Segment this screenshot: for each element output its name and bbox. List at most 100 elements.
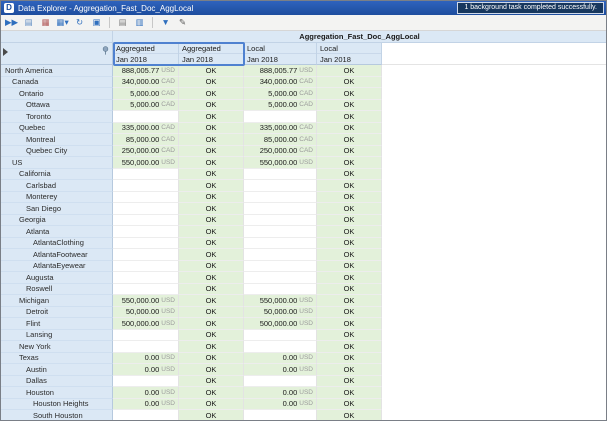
row-label[interactable]: Montreal — [1, 134, 113, 146]
data-cell[interactable]: OK — [179, 306, 244, 318]
data-cell[interactable]: OK — [179, 88, 244, 100]
filter-button[interactable]: ▼ — [158, 16, 173, 29]
data-cell[interactable] — [244, 237, 317, 249]
data-cell[interactable] — [244, 214, 317, 226]
data-cell[interactable]: OK — [317, 272, 382, 284]
row-label[interactable]: Ottawa — [1, 99, 113, 111]
data-cell[interactable]: OK — [317, 398, 382, 410]
data-cell[interactable]: OK — [317, 191, 382, 203]
data-cell[interactable] — [244, 168, 317, 180]
data-cell[interactable]: 550,000.00 USD — [244, 157, 317, 169]
data-cell[interactable]: OK — [179, 249, 244, 261]
data-cell[interactable]: OK — [179, 203, 244, 215]
data-cell[interactable]: 0.00 USD — [244, 352, 317, 364]
data-cell[interactable]: 0.00 USD — [113, 364, 179, 376]
data-cell[interactable]: 500,000.00 USD — [113, 318, 179, 330]
column-header-2[interactable]: Aggregated Jan 2018 — [179, 43, 244, 65]
data-cell[interactable]: 550,000.00 USD — [113, 295, 179, 307]
row-label[interactable]: San Diego — [1, 203, 113, 215]
data-cell[interactable]: 0.00 USD — [113, 352, 179, 364]
data-cell[interactable]: OK — [317, 318, 382, 330]
data-cell[interactable]: OK — [179, 226, 244, 238]
data-cell[interactable] — [244, 329, 317, 341]
data-cell[interactable]: OK — [317, 76, 382, 88]
data-cell[interactable]: OK — [179, 237, 244, 249]
data-cell[interactable]: 500,000.00 USD — [244, 318, 317, 330]
data-cell[interactable]: OK — [179, 318, 244, 330]
row-header-head-cell[interactable] — [1, 43, 113, 65]
data-cell[interactable] — [113, 191, 179, 203]
data-cell[interactable] — [113, 283, 179, 295]
data-cell[interactable] — [113, 180, 179, 192]
delete-button[interactable]: ▦ — [38, 16, 53, 29]
data-cell[interactable]: 0.00 USD — [244, 387, 317, 399]
column-header-1[interactable]: Aggregated Jan 2018 — [113, 43, 179, 65]
pin-icon[interactable] — [102, 46, 109, 55]
data-cell[interactable]: OK — [179, 76, 244, 88]
data-cell[interactable]: 250,000.00 CAD — [244, 145, 317, 157]
data-cell[interactable]: OK — [317, 249, 382, 261]
data-cell[interactable]: OK — [179, 387, 244, 399]
column-header-3[interactable]: Local Jan 2018 — [244, 43, 317, 65]
data-cell[interactable] — [244, 203, 317, 215]
row-label[interactable]: Canada — [1, 76, 113, 88]
row-label[interactable]: US — [1, 157, 113, 169]
grid-corner-cell[interactable] — [1, 31, 113, 43]
row-label[interactable]: Houston Heights — [1, 398, 113, 410]
row-label[interactable]: Ontario — [1, 88, 113, 100]
data-cell[interactable] — [244, 260, 317, 272]
data-cell[interactable]: OK — [317, 364, 382, 376]
data-cell[interactable]: OK — [179, 410, 244, 420]
data-cell[interactable]: OK — [179, 283, 244, 295]
row-label[interactable]: Atlanta — [1, 226, 113, 238]
data-cell[interactable]: OK — [179, 260, 244, 272]
data-cell[interactable] — [113, 111, 179, 123]
data-cell[interactable]: OK — [179, 272, 244, 284]
data-cell[interactable] — [244, 341, 317, 353]
row-label[interactable]: Texas — [1, 352, 113, 364]
data-cell[interactable] — [113, 375, 179, 387]
data-cell[interactable] — [244, 375, 317, 387]
data-cell[interactable]: 5,000.00 CAD — [244, 99, 317, 111]
edit-button[interactable]: ✎ — [175, 16, 190, 29]
data-cell[interactable]: OK — [179, 157, 244, 169]
data-cell[interactable]: 85,000.00 CAD — [113, 134, 179, 146]
data-cell[interactable]: OK — [179, 122, 244, 134]
data-cell[interactable]: OK — [317, 65, 382, 77]
data-cell[interactable]: 888,005.77 USD — [113, 65, 179, 77]
row-label[interactable]: Carlsbad — [1, 180, 113, 192]
row-label[interactable]: Augusta — [1, 272, 113, 284]
data-cell[interactable]: OK — [317, 88, 382, 100]
view-selector-button[interactable]: ▦▾ — [55, 16, 70, 29]
row-label[interactable]: Detroit — [1, 306, 113, 318]
data-cell[interactable]: 550,000.00 USD — [244, 295, 317, 307]
data-cell[interactable]: OK — [317, 295, 382, 307]
row-label[interactable]: Lansing — [1, 329, 113, 341]
data-cell[interactable] — [113, 260, 179, 272]
data-cell[interactable]: OK — [317, 329, 382, 341]
data-cell[interactable] — [113, 214, 179, 226]
data-cell[interactable] — [113, 168, 179, 180]
column-header-4[interactable]: Local Jan 2018 — [317, 43, 382, 65]
row-label[interactable]: Quebec — [1, 122, 113, 134]
data-cell[interactable]: OK — [317, 168, 382, 180]
data-cell[interactable]: OK — [179, 191, 244, 203]
data-cell[interactable]: OK — [317, 410, 382, 420]
data-cell[interactable]: 85,000.00 CAD — [244, 134, 317, 146]
data-cell[interactable] — [113, 341, 179, 353]
row-label[interactable]: Houston — [1, 387, 113, 399]
row-label[interactable]: Flint — [1, 318, 113, 330]
data-cell[interactable]: OK — [317, 283, 382, 295]
row-label[interactable]: Georgia — [1, 214, 113, 226]
data-cell[interactable] — [113, 237, 179, 249]
data-cell[interactable]: OK — [317, 387, 382, 399]
data-cell[interactable]: OK — [179, 180, 244, 192]
data-cell[interactable]: OK — [317, 214, 382, 226]
data-cell[interactable]: OK — [179, 214, 244, 226]
data-cell[interactable] — [113, 249, 179, 261]
data-cell[interactable]: 5,000.00 CAD — [244, 88, 317, 100]
row-label[interactable]: AtlantaEyewear — [1, 260, 113, 272]
row-label[interactable]: North America — [1, 65, 113, 77]
row-label[interactable]: Toronto — [1, 111, 113, 123]
row-label[interactable]: California — [1, 168, 113, 180]
